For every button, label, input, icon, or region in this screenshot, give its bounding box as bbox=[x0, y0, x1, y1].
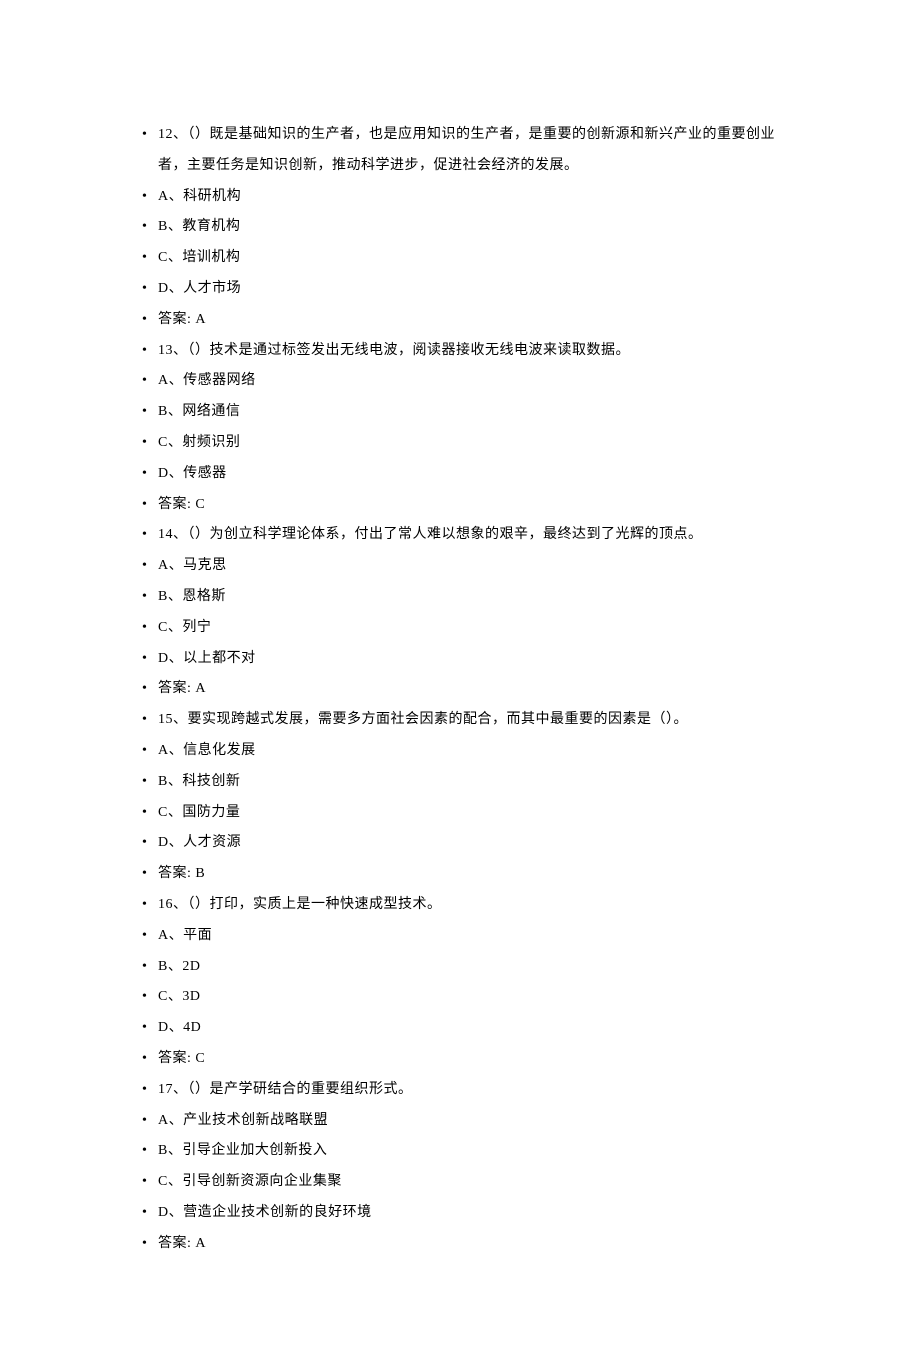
question-option: A、平面 bbox=[140, 921, 800, 952]
question-option: D、传感器 bbox=[140, 459, 800, 490]
question-option: A、产业技术创新战略联盟 bbox=[140, 1106, 800, 1137]
question-option-text: D、人才资源 bbox=[158, 835, 241, 850]
question-option-text: B、教育机构 bbox=[158, 219, 240, 234]
question-option-text: D、营造企业技术创新的良好环境 bbox=[158, 1205, 372, 1220]
question-stem: 15、要实现跨越式发展，需要多方面社会因素的配合，而其中最重要的因素是（）。 bbox=[140, 705, 800, 736]
question-answer: 答案: B bbox=[140, 859, 800, 890]
question-option-text: C、列宁 bbox=[158, 620, 211, 635]
question-option-text: B、网络通信 bbox=[158, 404, 240, 419]
question-option-text: B、2D bbox=[158, 959, 200, 974]
question-option: B、网络通信 bbox=[140, 397, 800, 428]
question-stem: 17、（）是产学研结合的重要组织形式。 bbox=[140, 1075, 800, 1106]
question-stem-text: 17、（）是产学研结合的重要组织形式。 bbox=[158, 1082, 413, 1097]
question-option: A、马克思 bbox=[140, 551, 800, 582]
question-option-text: C、国防力量 bbox=[158, 805, 240, 820]
question-option: D、4D bbox=[140, 1013, 800, 1044]
question-option: D、人才资源 bbox=[140, 828, 800, 859]
question-option-text: A、信息化发展 bbox=[158, 743, 256, 758]
question-answer-text: 答案: A bbox=[158, 681, 206, 696]
question-answer: 答案: A bbox=[140, 1229, 800, 1260]
question-option-text: D、人才市场 bbox=[158, 281, 241, 296]
question-option-text: A、马克思 bbox=[158, 558, 227, 573]
question-stem-text: 14、（）为创立科学理论体系，付出了常人难以想象的艰辛，最终达到了光辉的顶点。 bbox=[158, 527, 703, 542]
question-stem-text: 13、（）技术是通过标签发出无线电波，阅读器接收无线电波来读取数据。 bbox=[158, 343, 630, 358]
question-option-text: D、4D bbox=[158, 1020, 201, 1035]
question-answer: 答案: A bbox=[140, 305, 800, 336]
question-option-text: C、引导创新资源向企业集聚 bbox=[158, 1174, 342, 1189]
question-list: 12、（）既是基础知识的生产者，也是应用知识的生产者，是重要的创新源和新兴产业的… bbox=[140, 120, 800, 1259]
question-option: A、传感器网络 bbox=[140, 366, 800, 397]
question-option-text: A、科研机构 bbox=[158, 189, 241, 204]
question-option-text: A、平面 bbox=[158, 928, 212, 943]
question-answer-text: 答案: C bbox=[158, 497, 205, 512]
question-option-text: A、产业技术创新战略联盟 bbox=[158, 1113, 328, 1128]
question-stem: 16、（）打印，实质上是一种快速成型技术。 bbox=[140, 890, 800, 921]
question-option: C、射频识别 bbox=[140, 428, 800, 459]
question-option: C、国防力量 bbox=[140, 798, 800, 829]
question-answer-text: 答案: B bbox=[158, 866, 205, 881]
question-option: C、列宁 bbox=[140, 613, 800, 644]
question-option-text: B、恩格斯 bbox=[158, 589, 226, 604]
question-option: B、恩格斯 bbox=[140, 582, 800, 613]
question-option-text: B、引导企业加大创新投入 bbox=[158, 1143, 327, 1158]
question-option-text: D、以上都不对 bbox=[158, 651, 256, 666]
question-option: D、以上都不对 bbox=[140, 644, 800, 675]
question-option-text: B、科技创新 bbox=[158, 774, 240, 789]
question-option: C、培训机构 bbox=[140, 243, 800, 274]
question-option-text: A、传感器网络 bbox=[158, 373, 256, 388]
question-option: A、科研机构 bbox=[140, 182, 800, 213]
question-option-text: C、射频识别 bbox=[158, 435, 240, 450]
question-option-text: C、培训机构 bbox=[158, 250, 240, 265]
question-stem: 12、（）既是基础知识的生产者，也是应用知识的生产者，是重要的创新源和新兴产业的… bbox=[140, 120, 800, 182]
question-option-text: D、传感器 bbox=[158, 466, 227, 481]
question-answer: 答案: C bbox=[140, 1044, 800, 1075]
question-option: A、信息化发展 bbox=[140, 736, 800, 767]
question-option: D、人才市场 bbox=[140, 274, 800, 305]
question-option: C、3D bbox=[140, 982, 800, 1013]
question-option: C、引导创新资源向企业集聚 bbox=[140, 1167, 800, 1198]
question-answer-text: 答案: C bbox=[158, 1051, 205, 1066]
question-answer-text: 答案: A bbox=[158, 1236, 206, 1251]
question-stem-text: 15、要实现跨越式发展，需要多方面社会因素的配合，而其中最重要的因素是（）。 bbox=[158, 712, 688, 727]
question-stem: 13、（）技术是通过标签发出无线电波，阅读器接收无线电波来读取数据。 bbox=[140, 336, 800, 367]
question-answer: 答案: A bbox=[140, 674, 800, 705]
question-option-text: C、3D bbox=[158, 989, 200, 1004]
question-answer: 答案: C bbox=[140, 490, 800, 521]
question-option: B、科技创新 bbox=[140, 767, 800, 798]
question-option: B、2D bbox=[140, 952, 800, 983]
question-answer-text: 答案: A bbox=[158, 312, 206, 327]
question-option: D、营造企业技术创新的良好环境 bbox=[140, 1198, 800, 1229]
question-stem-text: 12、（）既是基础知识的生产者，也是应用知识的生产者，是重要的创新源和新兴产业的… bbox=[158, 127, 775, 173]
question-option: B、引导企业加大创新投入 bbox=[140, 1136, 800, 1167]
question-option: B、教育机构 bbox=[140, 212, 800, 243]
question-stem-text: 16、（）打印，实质上是一种快速成型技术。 bbox=[158, 897, 442, 912]
question-stem: 14、（）为创立科学理论体系，付出了常人难以想象的艰辛，最终达到了光辉的顶点。 bbox=[140, 520, 800, 551]
